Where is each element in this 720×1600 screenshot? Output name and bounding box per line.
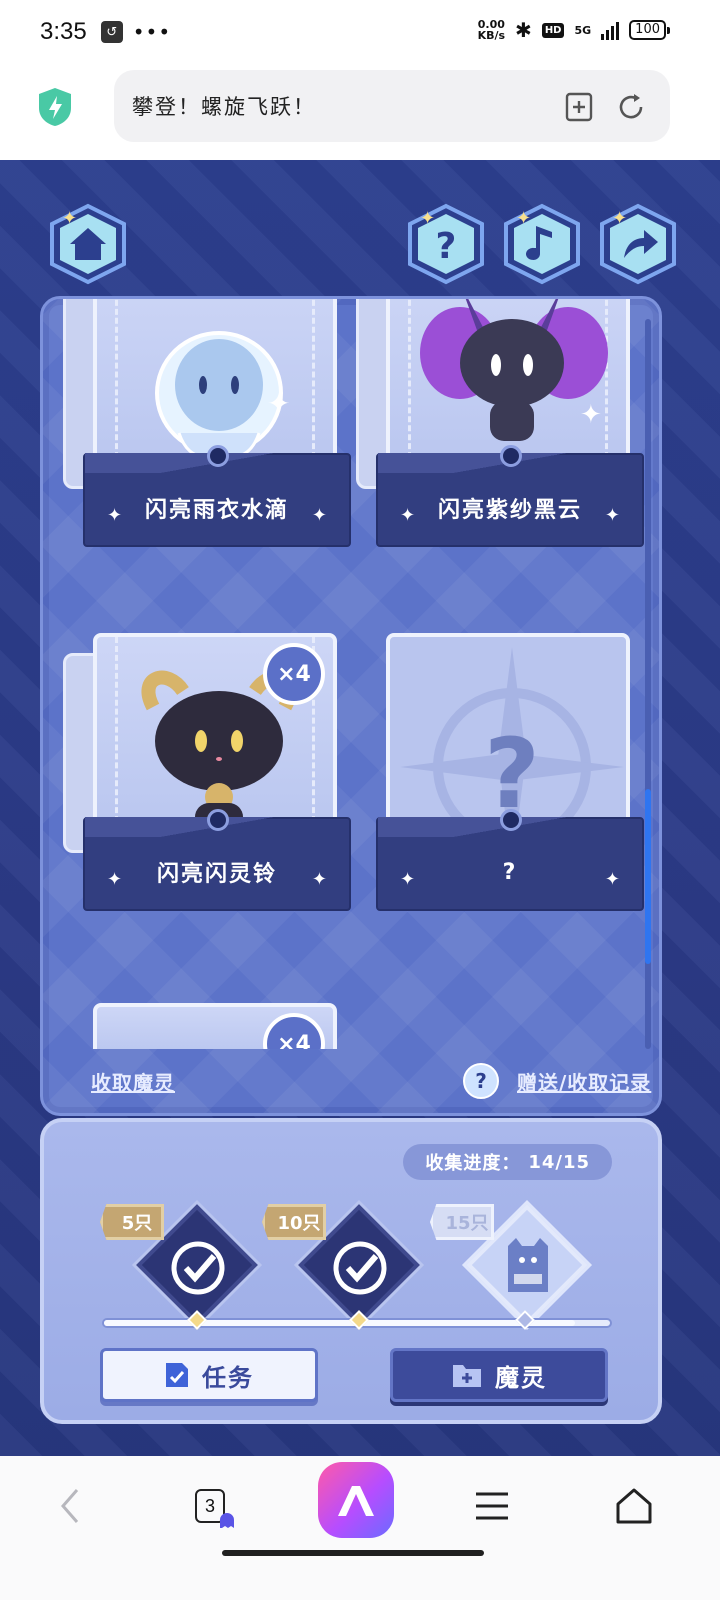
menu-button[interactable] [462, 1476, 522, 1536]
more-notifications-icon: ••• [132, 20, 172, 44]
check-icon [171, 1241, 225, 1295]
progress-label: 收集进度： [425, 1153, 521, 1174]
card-name: 闪亮紫纱黑云 [437, 498, 582, 523]
card-art: ×4 [93, 1003, 337, 1049]
count-badge: ×4 [263, 643, 325, 705]
collection-panel: ✦ ✦ 闪亮雨衣水滴 ✦ ✦ ✦ 闪亮紫纱黑云 ✦ ×4 ✦ 闪亮闪灵铃 ✦ ?… [40, 296, 662, 1116]
milestone-label: 5只 [100, 1204, 164, 1240]
home-indicator[interactable] [222, 1550, 484, 1556]
svg-text:✦: ✦ [612, 208, 627, 229]
battery-icon: 100 [629, 20, 670, 40]
help-icon[interactable]: ? [463, 1063, 499, 1099]
locked-spirit-card[interactable]: ? ✦ ? ✦ [376, 633, 644, 913]
card-label: ✦ ? ✦ [376, 809, 644, 911]
browser-bottom-nav: 3 [0, 1456, 720, 1600]
music-icon: ✦ [504, 203, 580, 285]
help-icon: ? ✦ [408, 203, 484, 285]
card-name: 闪亮闪灵铃 [156, 862, 277, 887]
status-time: 3:35 [40, 18, 87, 45]
svg-text:✦: ✦ [62, 208, 77, 229]
share-icon: ✦ [600, 203, 676, 285]
network-speed-unit: KB/s [477, 29, 506, 42]
check-icon [333, 1241, 387, 1295]
scrollbar-thumb[interactable] [645, 789, 651, 964]
spirit-card[interactable]: ×4 [83, 1003, 351, 1049]
status-bar: 3:35 ↺ ••• 0.00 KB/s ✱ HD 5G 100 [0, 0, 720, 64]
menu-icon [476, 1492, 508, 1520]
signal-icon [601, 20, 620, 40]
browser-logo-icon [338, 1486, 374, 1516]
collection-progress-panel: 收集进度： 14/15 5只 10只 15只 任务 魔灵 [40, 1118, 662, 1424]
shield-bolt-icon[interactable] [36, 86, 74, 128]
add-bookmark-icon[interactable] [564, 92, 594, 122]
spirit-button-label: 魔灵 [495, 1363, 547, 1392]
browser-address-area: 攀登！螺旋飞跃！ [0, 64, 720, 160]
home-icon: ✦ [50, 203, 126, 285]
card-name: ? [502, 859, 518, 885]
folder-add-icon [453, 1365, 481, 1387]
collection-progress-bar [102, 1310, 612, 1330]
svg-text:✦: ✦ [420, 208, 435, 229]
card-name: 闪亮雨衣水滴 [144, 498, 289, 523]
browser-logo-button[interactable] [318, 1462, 394, 1538]
task-button-label: 任务 [202, 1363, 254, 1392]
task-doc-icon [166, 1363, 188, 1387]
bluetooth-icon: ✱ [515, 18, 532, 42]
panel-links: 收取魔灵 ? 赠送/收取记录 [91, 1063, 659, 1103]
app-sync-icon: ↺ [100, 21, 123, 43]
help-button[interactable]: ? ✦ [404, 202, 488, 286]
url-bar[interactable]: 攀登！螺旋飞跃！ [114, 70, 670, 142]
card-label: ✦ 闪亮闪灵铃 ✦ [83, 809, 351, 911]
collect-spirit-link[interactable]: 收取魔灵 [91, 1067, 175, 1096]
spirit-card[interactable]: ×4 ✦ 闪亮闪灵铃 ✦ [63, 633, 351, 913]
collection-progress-badge: 收集进度： 14/15 [403, 1144, 612, 1180]
count-badge: ×4 [263, 1013, 325, 1049]
svg-text:?: ? [436, 226, 457, 267]
svg-text:✦: ✦ [516, 208, 531, 229]
milestone-label: 10只 [262, 1204, 326, 1240]
network-speed: 0.00 KB/s [478, 19, 505, 41]
back-button[interactable] [40, 1476, 100, 1536]
svg-text:✦: ✦ [267, 387, 290, 420]
spirit-button[interactable]: 魔灵 [390, 1348, 608, 1402]
spirit-card[interactable]: ✦ ✦ 闪亮紫纱黑云 ✦ [356, 299, 644, 549]
back-icon [61, 1489, 79, 1523]
hd-badge: HD [541, 22, 565, 38]
home-icon [616, 1488, 652, 1524]
tabs-button[interactable]: 3 [180, 1476, 240, 1536]
status-indicators: 0.00 KB/s ✱ HD 5G 100 [478, 18, 670, 42]
game-canvas: ✦ ? ✦ ✦ ✦ ✦ ✦ 闪亮雨衣水滴 ✦ ✦ ✦ 闪亮紫纱黑云 ✦ ×4 ✦… [0, 160, 720, 1456]
ghost-badge-icon [220, 1513, 234, 1528]
task-button[interactable]: 任务 [100, 1348, 318, 1402]
svg-text:✦: ✦ [580, 400, 602, 430]
progress-fill [104, 1320, 575, 1326]
card-label: ✦ 闪亮紫纱黑云 ✦ [376, 445, 644, 547]
spirit-card[interactable]: ✦ ✦ 闪亮雨衣水滴 ✦ [63, 299, 351, 549]
page-title: 攀登！螺旋飞跃！ [132, 95, 316, 119]
milestone-label: 15只 [430, 1204, 494, 1240]
network-type: 5G [574, 23, 592, 37]
home-nav-button[interactable] [604, 1476, 664, 1536]
music-button[interactable]: ✦ [500, 202, 584, 286]
share-button[interactable]: ✦ [596, 202, 680, 286]
reload-icon[interactable] [616, 92, 646, 122]
home-button[interactable]: ✦ [46, 202, 130, 286]
card-label: ✦ 闪亮雨衣水滴 ✦ [83, 445, 351, 547]
progress-value: 14/15 [528, 1151, 590, 1173]
cat-food-bag-icon [508, 1238, 548, 1292]
gift-records-link[interactable]: 赠送/收取记录 [517, 1067, 651, 1096]
